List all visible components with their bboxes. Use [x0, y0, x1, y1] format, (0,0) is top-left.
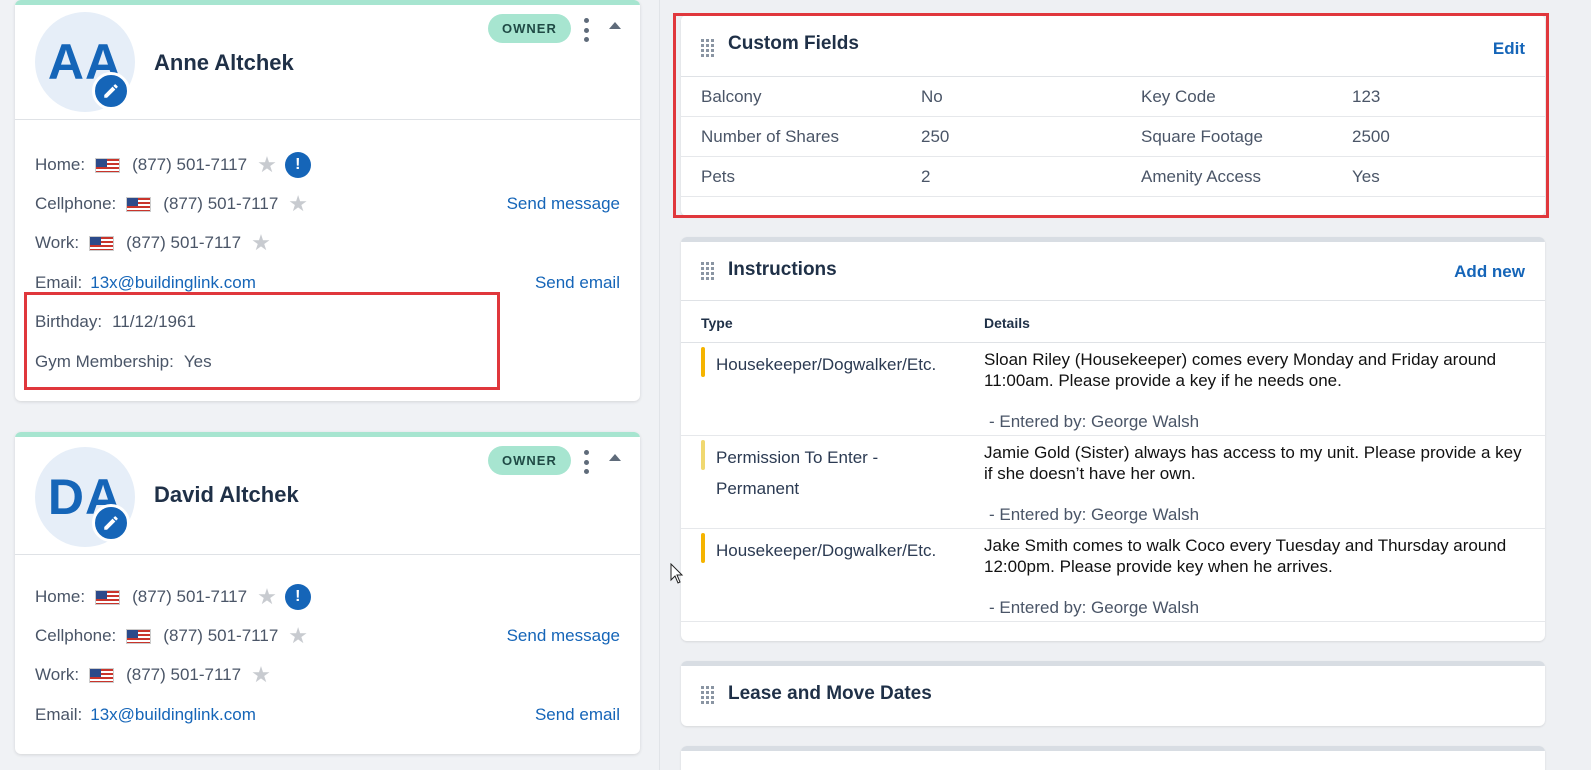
- highlight-box: [24, 292, 500, 390]
- us-flag-icon: [126, 196, 152, 212]
- email-link[interactable]: 13x@buildinglink.com: [90, 705, 256, 725]
- panel-header: Instructions Add new: [681, 237, 1545, 301]
- cell-phone-row: Cellphone: (877) 501-7117 ★ Send message: [35, 193, 620, 215]
- send-email-link[interactable]: Send email: [535, 273, 620, 293]
- us-flag-icon: [89, 667, 115, 683]
- email-link[interactable]: 13x@buildinglink.com: [90, 273, 256, 293]
- drag-handle-icon[interactable]: [701, 262, 717, 280]
- star-icon[interactable]: ★: [251, 664, 271, 686]
- pencil-icon: [104, 84, 118, 98]
- instruction-details: Jamie Gold (Sister) always has access to…: [984, 443, 1522, 483]
- us-flag-icon: [126, 628, 152, 644]
- instruction-color-bar: [701, 533, 705, 563]
- cell-phone-row: Cellphone: (877) 501-7117 ★ Send message: [35, 625, 620, 647]
- edit-avatar-button[interactable]: [92, 72, 130, 110]
- us-flag-icon: [89, 235, 115, 251]
- panel-top-bar: [681, 661, 1545, 666]
- instruction-color-bar: [701, 347, 705, 377]
- home-phone-row: Home: (877) 501-7117 ★ !: [35, 152, 620, 178]
- collapse-caret-icon[interactable]: [609, 22, 621, 29]
- contact-header: DA David Altchek OWNER: [15, 432, 640, 555]
- send-message-link[interactable]: Send message: [507, 194, 620, 214]
- us-flag-icon: [95, 589, 121, 605]
- star-icon[interactable]: ★: [257, 154, 277, 176]
- instruction-type: Housekeeper/Dogwalker/Etc.: [716, 541, 937, 560]
- highlight-box: [673, 13, 1549, 218]
- work-phone[interactable]: (877) 501-7117: [126, 233, 241, 253]
- lease-dates-panel: Lease and Move Dates: [681, 661, 1545, 726]
- star-icon[interactable]: ★: [251, 232, 271, 254]
- column-header-details: Details: [984, 315, 1030, 331]
- column-header-type: Type: [701, 315, 733, 331]
- home-phone-row: Home: (877) 501-7117 ★ !: [35, 584, 620, 610]
- instruction-details: Jake Smith comes to walk Coco every Tues…: [984, 536, 1507, 576]
- contacts-column: AA Anne Altchek OWNER Home: (877) 501-71…: [0, 0, 660, 770]
- instruction-row[interactable]: Housekeeper/Dogwalker/Etc. Jake Smith co…: [681, 529, 1545, 622]
- work-phone-row: Work: (877) 501-7117 ★: [35, 232, 620, 254]
- instruction-entered-by: - Entered by: George Walsh: [989, 598, 1200, 617]
- instruction-entered-by: - Entered by: George Walsh: [989, 412, 1200, 431]
- star-icon[interactable]: ★: [288, 625, 308, 647]
- panel-top-bar: [681, 746, 1545, 751]
- home-label: Home:: [35, 587, 86, 606]
- instruction-row[interactable]: Housekeeper/Dogwalker/Etc. Sloan Riley (…: [681, 343, 1545, 436]
- alert-icon[interactable]: !: [284, 584, 311, 610]
- contact-name: David Altchek: [154, 482, 299, 507]
- home-label: Home:: [35, 155, 86, 174]
- cell-phone[interactable]: (877) 501-7117: [163, 626, 278, 646]
- owner-badge: OWNER: [488, 14, 571, 43]
- work-phone[interactable]: (877) 501-7117: [126, 665, 241, 685]
- more-options-icon[interactable]: [580, 450, 592, 474]
- instruction-details: Sloan Riley (Housekeeper) comes every Mo…: [984, 350, 1497, 390]
- edit-avatar-button[interactable]: [92, 504, 130, 542]
- contact-header: AA Anne Altchek OWNER: [15, 0, 640, 120]
- send-email-link[interactable]: Send email: [535, 705, 620, 725]
- cell-phone[interactable]: (877) 501-7117: [163, 194, 278, 214]
- next-panel: [681, 746, 1545, 770]
- cell-label: Cellphone:: [35, 626, 117, 645]
- instruction-color-bar: [701, 440, 705, 470]
- work-label: Work:: [35, 665, 80, 684]
- mouse-cursor-icon: [670, 563, 684, 584]
- instructions-panel: Instructions Add new Type Details Housek…: [681, 237, 1545, 641]
- email-row: Email: 13x@buildinglink.com Send email: [35, 272, 620, 294]
- email-row: Email: 13x@buildinglink.com Send email: [35, 704, 620, 726]
- work-phone-row: Work: (877) 501-7117 ★: [35, 664, 620, 686]
- send-message-link[interactable]: Send message: [507, 626, 620, 646]
- pencil-icon: [104, 516, 118, 530]
- panel-title: Instructions: [728, 259, 837, 280]
- add-new-button[interactable]: Add new: [1454, 262, 1525, 282]
- instruction-type: Permission To Enter - Permanent: [716, 448, 879, 498]
- email-label: Email:: [35, 705, 83, 724]
- drag-handle-icon[interactable]: [701, 686, 717, 704]
- email-label: Email:: [35, 273, 83, 292]
- contact-card: DA David Altchek OWNER Home: (877) 501-7…: [15, 432, 640, 754]
- cell-label: Cellphone:: [35, 194, 117, 213]
- home-phone[interactable]: (877) 501-7117: [132, 155, 247, 175]
- instructions-table-header: Type Details: [681, 301, 1545, 343]
- us-flag-icon: [95, 157, 121, 173]
- instruction-type: Housekeeper/Dogwalker/Etc.: [716, 355, 937, 374]
- work-label: Work:: [35, 233, 80, 252]
- instruction-entered-by: - Entered by: George Walsh: [989, 505, 1200, 524]
- star-icon[interactable]: ★: [288, 193, 308, 215]
- contact-name: Anne Altchek: [154, 50, 294, 75]
- home-phone[interactable]: (877) 501-7117: [132, 587, 247, 607]
- star-icon[interactable]: ★: [257, 586, 277, 608]
- more-options-icon[interactable]: [580, 18, 592, 42]
- alert-icon[interactable]: !: [284, 152, 311, 178]
- collapse-caret-icon[interactable]: [609, 454, 621, 461]
- contact-card: AA Anne Altchek OWNER Home: (877) 501-71…: [15, 0, 640, 401]
- owner-badge: OWNER: [488, 446, 571, 475]
- panel-title[interactable]: Lease and Move Dates: [728, 683, 932, 705]
- instruction-row[interactable]: Permission To Enter - Permanent Jamie Go…: [681, 436, 1545, 529]
